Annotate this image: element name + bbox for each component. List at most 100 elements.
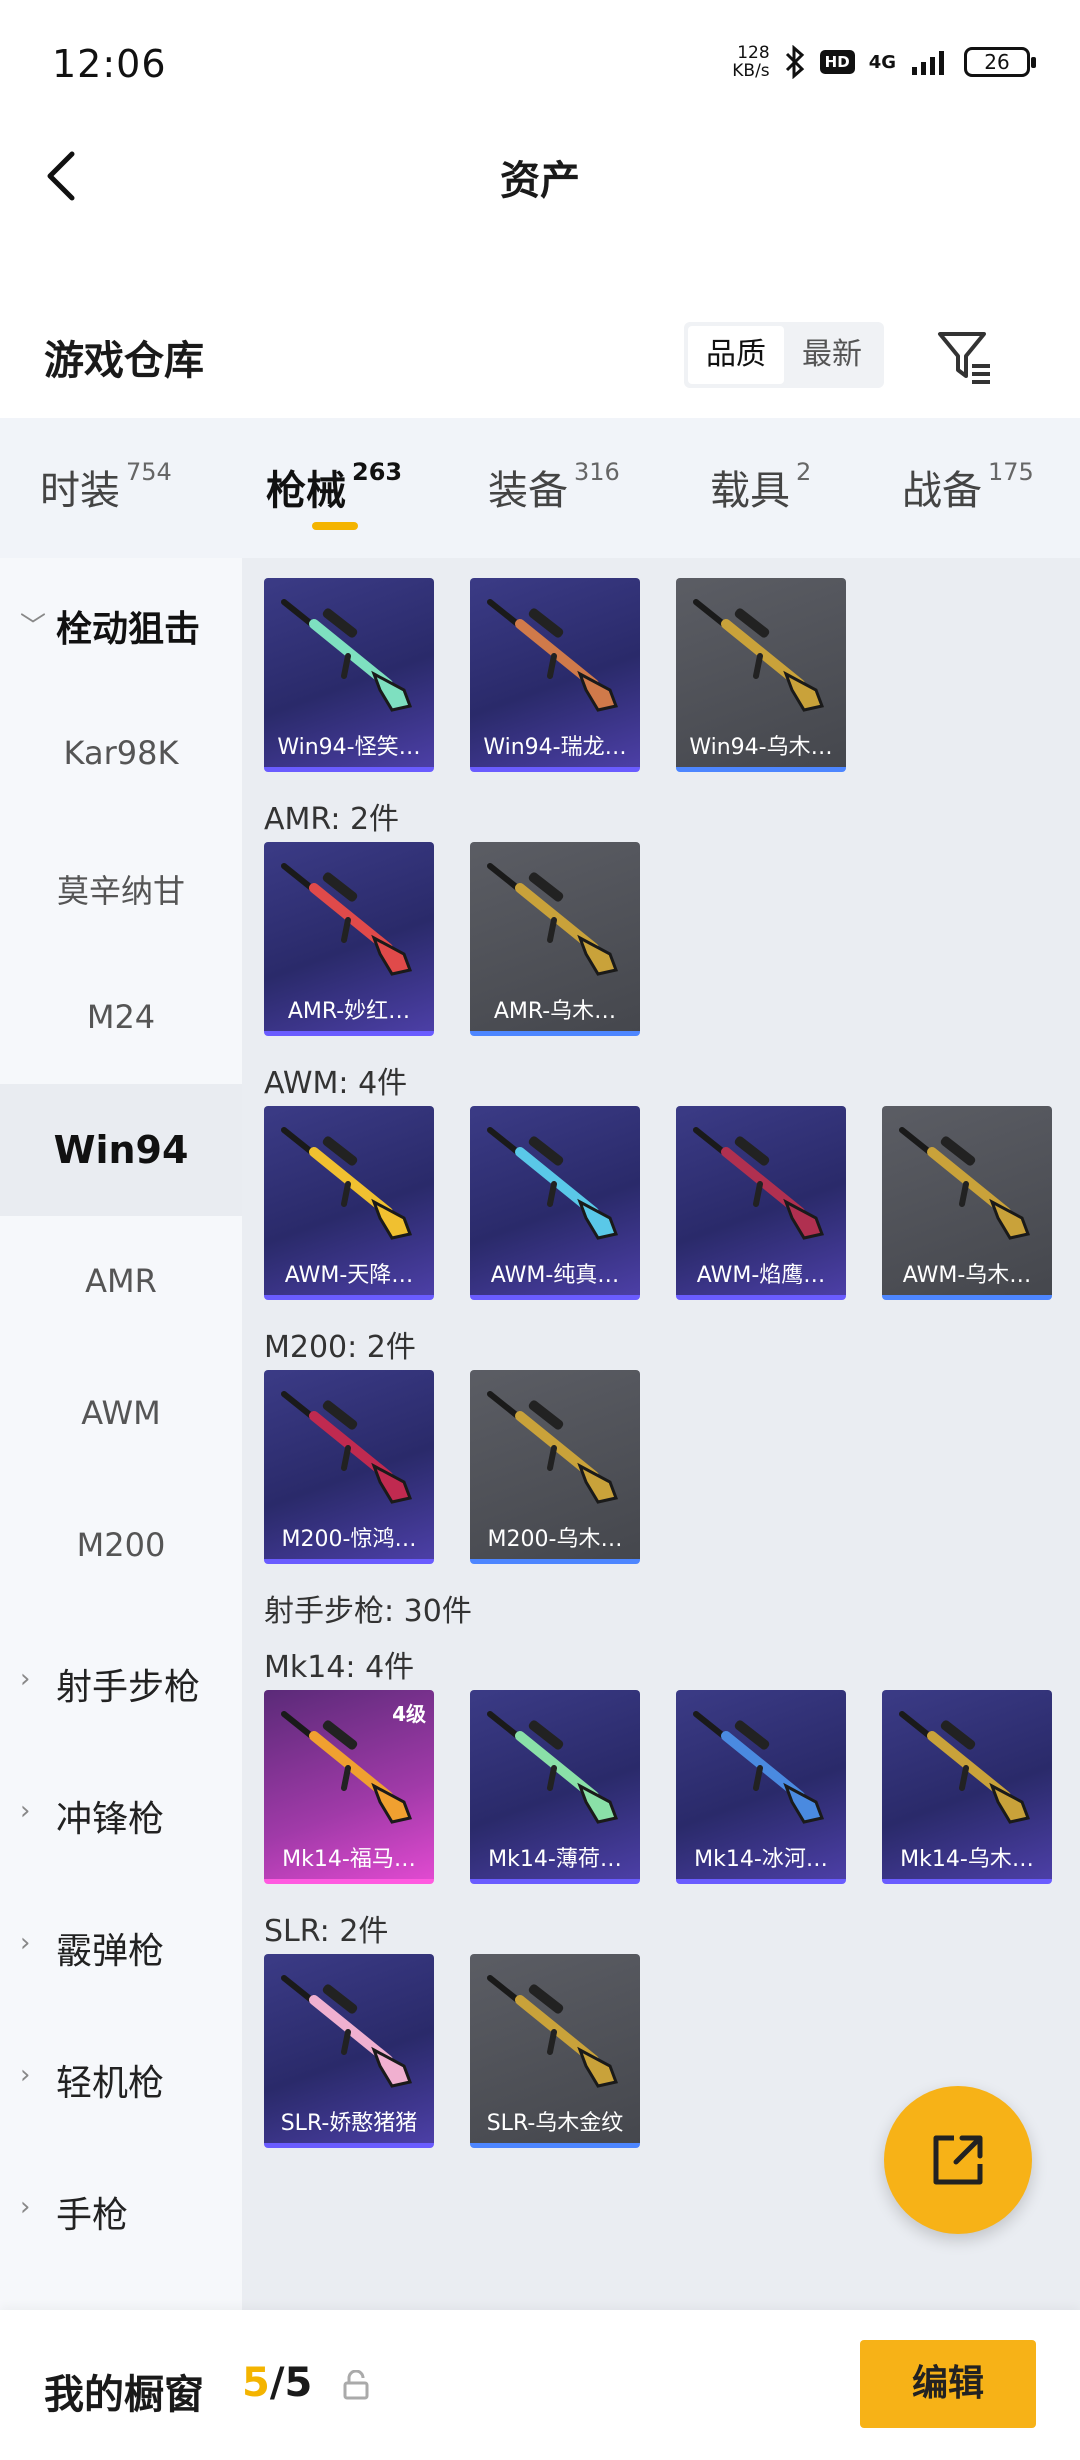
item-name: Win94-瑞龙… [483, 735, 627, 760]
sidebar-group-pistol[interactable]: › 手枪 [0, 2186, 242, 2238]
item-name: AWM-纯真… [490, 1263, 620, 1288]
sort-option-newest[interactable]: 最新 [784, 326, 880, 384]
sort-toggle: 品质 最新 [684, 322, 884, 388]
rifle-icon [487, 863, 619, 976]
item-card[interactable]: AWM-天降… [264, 1106, 434, 1300]
showcase-label: 我的橱窗 [44, 2372, 204, 2418]
item-name: M200-惊鸿… [281, 1527, 417, 1552]
network-speed: 128 KB/s [732, 43, 770, 81]
section-title: AMR: 2件 [264, 802, 400, 837]
item-name: SLR-乌木金纹 [486, 2111, 624, 2136]
item-name: Mk14-薄荷… [488, 1847, 622, 1872]
item-card[interactable]: Mk14-薄荷… [470, 1690, 640, 1884]
share-button[interactable] [884, 2086, 1032, 2234]
item-name: Win94-怪笑… [277, 735, 421, 760]
rifle-icon [487, 1975, 619, 2088]
share-icon [933, 2135, 983, 2185]
sidebar-item-win94[interactable]: Win94 [0, 1128, 242, 1172]
sort-option-quality[interactable]: 品质 [688, 326, 784, 384]
tab-equipment[interactable]: 装备 316 [488, 458, 620, 516]
item-name: SLR-娇憨猪猪 [280, 2111, 418, 2136]
item-name: AWM-焰鹰… [696, 1263, 826, 1288]
item-name: AWM-天降… [284, 1263, 414, 1288]
item-name: Mk14-乌木… [900, 1847, 1034, 1872]
item-card[interactable]: SLR-娇憨猪猪 [264, 1954, 434, 2148]
tab-vehicles[interactable]: 载具 2 [710, 458, 811, 516]
sidebar-item-amr[interactable]: AMR [0, 1262, 242, 1300]
rifle-icon [693, 1127, 825, 1240]
chevron-right-icon: › [20, 2192, 31, 2222]
sidebar-item-m200[interactable]: M200 [0, 1526, 242, 1564]
item-name: AMR-乌木… [493, 999, 617, 1024]
item-card[interactable]: AWM-乌木… [882, 1106, 1052, 1300]
page-title: 资产 [500, 158, 580, 204]
sidebar-item-mosin[interactable]: 莫辛纳甘 [0, 866, 242, 912]
rifle-icon [487, 599, 619, 712]
rifle-icon [281, 1127, 413, 1240]
item-name: AWM-乌木… [902, 1263, 1032, 1288]
item-card[interactable]: Win94-瑞龙… [470, 578, 640, 772]
sidebar-item-awm[interactable]: AWM [0, 1394, 242, 1432]
weapon-category-sidebar: ﹀ 栓动狙击 Kar98K 莫辛纳甘 M24 Win94 AMR AWM M20… [0, 558, 242, 2310]
tier-badge: 4级 [392, 1702, 426, 1726]
rifle-icon [281, 863, 413, 976]
sidebar-item-kar98k[interactable]: Kar98K [0, 734, 242, 772]
rifle-icon [281, 1391, 413, 1504]
rifle-icon [281, 1975, 413, 2088]
status-bar: 12:06 128 KB/s HD 4G 26 [0, 0, 1080, 140]
chevron-right-icon: › [20, 1796, 31, 1826]
app-header: 资产 [0, 130, 1080, 220]
item-card[interactable]: AMR-妙红… [264, 842, 434, 1036]
item-card[interactable]: AMR-乌木… [470, 842, 640, 1036]
rifle-icon [487, 1127, 619, 1240]
section-title: 射手步枪: 30件 [264, 1594, 472, 1629]
section-title: Mk14: 4件 [264, 1650, 415, 1685]
bluetooth-icon [784, 45, 806, 79]
item-card[interactable]: AWM-焰鹰… [676, 1106, 846, 1300]
warehouse-title: 游戏仓库 [44, 338, 204, 384]
sidebar-group-marksman[interactable]: › 射手步枪 [0, 1658, 242, 1710]
edit-button[interactable]: 编辑 [860, 2340, 1036, 2428]
filter-icon[interactable] [932, 324, 996, 388]
item-card[interactable]: 4级 Mk14-福马… [264, 1690, 434, 1884]
item-card[interactable]: AWM-纯真… [470, 1106, 640, 1300]
tab-supplies[interactable]: 战备 175 [902, 458, 1034, 516]
rifle-icon [487, 1391, 619, 1504]
tab-fashion[interactable]: 时装 754 [40, 458, 172, 516]
showcase-count: 5/5 [242, 2360, 313, 2406]
status-icons: 128 KB/s HD 4G 26 [732, 43, 1036, 81]
sidebar-group-lmg[interactable]: › 轻机枪 [0, 2054, 242, 2106]
active-tab-indicator [312, 522, 358, 530]
rifle-icon [281, 599, 413, 712]
battery-icon: 26 [964, 47, 1036, 77]
category-tabs: 时装 754 枪械 263 装备 316 载具 2 战备 175 [0, 418, 1080, 558]
bottom-bar: 我的橱窗 5/5 编辑 [0, 2310, 1080, 2460]
sidebar-item-m24[interactable]: M24 [0, 998, 242, 1036]
item-card[interactable]: M200-惊鸿… [264, 1370, 434, 1564]
item-name: AMR-妙红… [287, 999, 411, 1024]
rifle-icon [693, 1711, 825, 1824]
signal-icon [910, 47, 950, 77]
item-card[interactable]: SLR-乌木金纹 [470, 1954, 640, 2148]
sidebar-group-shotgun[interactable]: › 霰弹枪 [0, 1922, 242, 1974]
sidebar-group-bolt-sniper[interactable]: ﹀ 栓动狙击 [0, 600, 242, 652]
item-card[interactable]: Mk14-冰河… [676, 1690, 846, 1884]
rifle-icon [899, 1711, 1031, 1824]
section-title: SLR: 2件 [264, 1914, 389, 1949]
item-card[interactable]: Mk14-乌木… [882, 1690, 1052, 1884]
item-name: Mk14-冰河… [694, 1847, 828, 1872]
item-card[interactable]: Win94-怪笑… [264, 578, 434, 772]
item-name: M200-乌木… [487, 1527, 623, 1552]
chevron-right-icon: › [20, 1664, 31, 1694]
item-name: Mk14-福马… [282, 1847, 416, 1872]
item-card[interactable]: Win94-乌木… [676, 578, 846, 772]
chevron-right-icon: › [20, 2060, 31, 2090]
item-grid: Win94-怪笑… Win94-瑞龙… Win94-乌木… AMR: 2件 AMR-妙红… [242, 558, 1080, 2310]
sidebar-group-smg[interactable]: › 冲锋枪 [0, 1790, 242, 1842]
section-title: M200: 2件 [264, 1330, 416, 1365]
chevron-right-icon: › [20, 1928, 31, 1958]
tab-firearms[interactable]: 枪械 263 [266, 458, 402, 516]
section-title: AWM: 4件 [264, 1066, 408, 1101]
rifle-icon [693, 599, 825, 712]
item-card[interactable]: M200-乌木… [470, 1370, 640, 1564]
